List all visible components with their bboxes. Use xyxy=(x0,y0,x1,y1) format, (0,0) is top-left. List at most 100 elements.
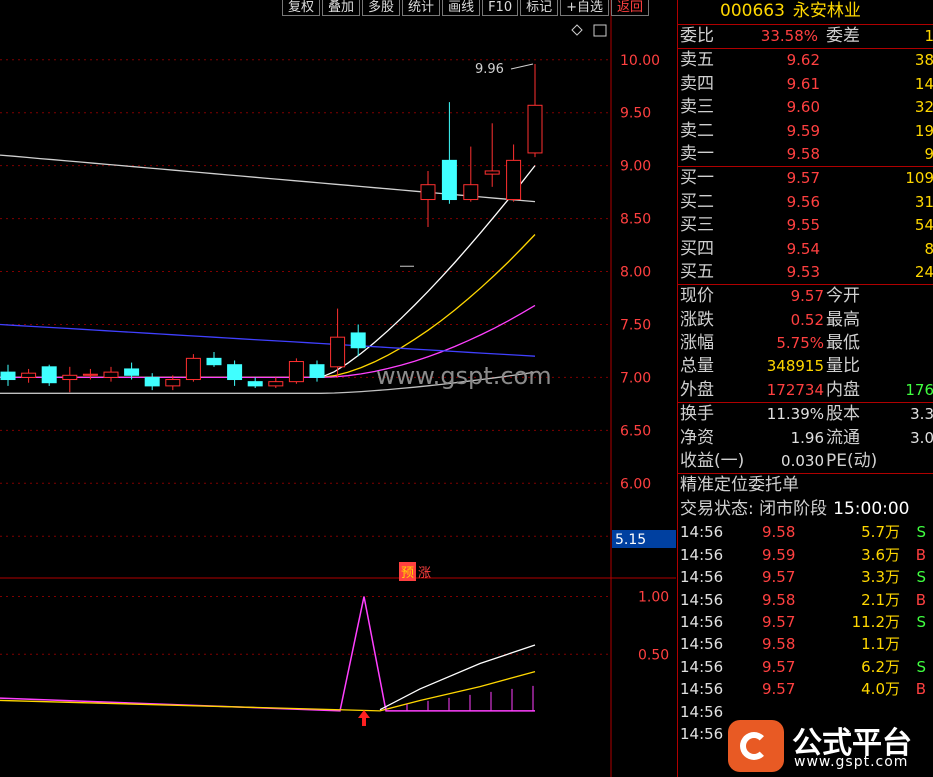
toolbar-button[interactable]: +自选 xyxy=(560,0,610,16)
tick-direction: B xyxy=(915,545,926,564)
tick-time: 14:56 xyxy=(680,568,724,587)
order-label: 卖二 xyxy=(680,120,714,141)
order-volume: 38 xyxy=(914,51,933,70)
tick-time: 14:56 xyxy=(680,657,724,676)
tick-time: 14:56 xyxy=(680,590,724,609)
tick-row[interactable]: 14:56 9.59 3.6万 B xyxy=(678,544,933,566)
order-volume: 19 xyxy=(914,121,933,140)
candle-body xyxy=(268,381,284,387)
price-tick-label: 6.00 xyxy=(620,476,651,492)
order-volume: 8 xyxy=(924,238,933,261)
trade-state: 交易状态: 闭市阶段 15:00:00 xyxy=(678,498,933,521)
stat-value: 1.96 xyxy=(790,428,824,447)
order-label: 买四 xyxy=(680,238,714,259)
price-tick-label: 8.00 xyxy=(620,265,651,281)
sell-row: 卖三 9.60 32 xyxy=(678,96,933,119)
current-price-marker-text: 5.15 xyxy=(615,532,646,548)
candle-body xyxy=(227,364,243,381)
sell-row: 卖二 9.59 19 xyxy=(678,120,933,143)
stat-label: 换手 xyxy=(680,404,714,425)
price-tick-label: 9.00 xyxy=(620,159,651,175)
tick-row[interactable]: 14:56 9.58 2.1万 B xyxy=(678,589,933,611)
sell-row: 卖一 9.58 9 xyxy=(678,143,933,166)
order-volume: 54 xyxy=(914,216,933,235)
toolbar-button[interactable]: 返回 xyxy=(611,0,650,16)
candle-body xyxy=(420,184,436,201)
order-label: 卖四 xyxy=(680,73,714,94)
stat-value: 172734 xyxy=(766,380,824,399)
tick-time: 14:56 xyxy=(680,702,724,721)
stat-label: 总量 xyxy=(680,356,714,377)
tick-time: 14:56 xyxy=(680,680,724,699)
price-tick-label: 7.00 xyxy=(620,370,651,386)
price-tick-label: 8.50 xyxy=(620,212,651,228)
stat-value: 3.3 xyxy=(910,405,933,424)
stat-value: 0.030 xyxy=(781,452,824,471)
ma-line-60 xyxy=(0,323,536,357)
candle-body xyxy=(62,374,78,381)
buy-arrow-icon xyxy=(358,710,370,726)
signal-badge: 预涨 xyxy=(399,562,433,581)
logo-url: www.gspt.com xyxy=(794,754,909,770)
candle-body xyxy=(206,357,222,366)
tick-direction: S xyxy=(916,657,926,676)
buy-orders: 买一 9.57 109 买二 9.56 31 买三 9.55 54 买四 9.54 8 买五 9.53 24 xyxy=(678,167,933,284)
stat-value: 3.0 xyxy=(910,428,933,447)
candle-body xyxy=(41,366,57,384)
order-label: 买五 xyxy=(680,261,714,282)
tick-volume: 11.2万 xyxy=(851,612,900,631)
order-label: 卖一 xyxy=(680,143,714,164)
order-title[interactable]: 精准定位委托单 xyxy=(678,473,933,498)
stat-label: 流通 xyxy=(826,427,860,448)
toolbar-button[interactable]: 画线 xyxy=(442,0,481,16)
stat-row: 总量 348915 量比 xyxy=(678,355,933,378)
tick-time: 14:56 xyxy=(680,612,724,631)
tick-volume: 5.7万 xyxy=(861,523,900,542)
toolbar-button[interactable]: 统计 xyxy=(402,0,441,16)
ma-line-10 xyxy=(0,234,536,379)
tick-row[interactable]: 14:56 9.57 11.2万 S xyxy=(678,611,933,633)
trade-state-time: 15:00:00 xyxy=(833,499,910,520)
stock-header: 000663 永安林业 xyxy=(678,0,933,25)
tick-row[interactable]: 14:56 9.57 3.3万 S xyxy=(678,566,933,588)
tick-row[interactable]: 14:56 9.57 4.0万 B xyxy=(678,678,933,700)
kline-chart[interactable]: 10.009.509.008.508.007.507.006.506.005.5… xyxy=(0,0,676,777)
candle-body xyxy=(124,368,140,376)
stat-row: 收益(一) 0.030 PE(动) xyxy=(678,450,933,473)
price-tick-label: 7.50 xyxy=(620,317,651,333)
stats-block: 现价 9.57 今开 涨跌 0.52 最高 涨幅 5.75% 最低 总量 348915 量比 外盘 172… xyxy=(678,285,933,473)
order-volume: 109 xyxy=(905,169,933,188)
stat-value: 11.39% xyxy=(766,405,824,424)
tick-row[interactable]: 14:56 9.58 1.1万 xyxy=(678,633,933,655)
price-tick-label: 10.00 xyxy=(620,53,660,69)
tick-direction: B xyxy=(915,590,926,609)
toolbar-button[interactable]: 叠加 xyxy=(322,0,361,16)
tick-row[interactable]: 14:56 9.57 6.2万 S xyxy=(678,656,933,678)
tick-volume: 3.3万 xyxy=(861,568,900,587)
candle-body xyxy=(288,361,304,383)
tick-row[interactable]: 14:56 9.58 5.7万 S xyxy=(678,521,933,543)
tick-volume: 3.6万 xyxy=(861,545,900,564)
watermark-text: www.gspt.com xyxy=(376,362,552,390)
candle-body xyxy=(441,159,457,201)
signal-badge-pre: 预 xyxy=(399,562,417,581)
toolbar-button[interactable]: F10 xyxy=(482,0,519,16)
order-volume: 32 xyxy=(914,98,933,117)
stat-value: 0.52 xyxy=(790,310,824,329)
toolbar-button[interactable]: 标记 xyxy=(520,0,559,16)
stat-row: 现价 9.57 今开 xyxy=(678,285,933,308)
stat-row: 换手 11.39% 股本 3.3 xyxy=(678,402,933,426)
candle-body xyxy=(185,357,201,381)
toolbar-button[interactable]: 复权 xyxy=(282,0,321,16)
toolbar-button[interactable]: 多股 xyxy=(362,0,401,16)
stat-value: 176 xyxy=(905,380,933,399)
order-price: 9.56 xyxy=(786,192,820,211)
indicator-tick-label: 0.50 xyxy=(638,647,669,663)
logo-badge-icon xyxy=(728,720,784,772)
order-price: 9.60 xyxy=(786,98,820,117)
stat-label: 股本 xyxy=(826,404,860,425)
candle-body xyxy=(330,336,346,368)
tick-list[interactable]: 14:56 9.58 5.7万 S 14:56 9.59 3.6万 B 14:56 9.57 3.3… xyxy=(678,521,933,745)
tick-price: 9.59 xyxy=(762,545,796,564)
order-price: 9.58 xyxy=(786,144,820,163)
